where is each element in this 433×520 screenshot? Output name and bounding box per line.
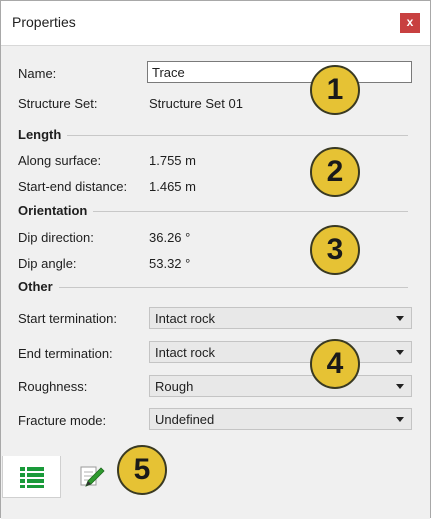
orientation-section-header: Orientation: [18, 203, 408, 219]
section-divider: [18, 287, 408, 288]
name-input[interactable]: [147, 61, 412, 83]
name-label: Name:: [18, 66, 57, 81]
callout-badge-4: 4: [310, 339, 360, 389]
dip-direction-label: Dip direction:: [18, 230, 94, 245]
window-title: Properties: [12, 14, 76, 30]
dip-angle-value: 53.32 °: [149, 256, 191, 271]
fracture-mode-value: Undefined: [155, 412, 215, 427]
structure-set-label: Structure Set:: [18, 96, 98, 111]
length-section-header: Length: [18, 127, 408, 143]
close-button[interactable]: x: [400, 13, 420, 33]
roughness-value: Rough: [155, 379, 194, 394]
structure-set-value: Structure Set 01: [149, 96, 243, 111]
properties-window: Properties x Name: Structure Set: Struct…: [0, 0, 431, 519]
properties-panel: Name: Structure Set: Structure Set 01 Le…: [1, 46, 430, 456]
edit-tab[interactable]: [64, 456, 122, 498]
fracture-mode-label: Fracture mode:: [18, 413, 107, 428]
roughness-label: Roughness:: [18, 379, 88, 394]
callout-badge-2: 2: [310, 147, 360, 197]
other-section-header: Other: [18, 279, 408, 295]
end-termination-label: End termination:: [18, 346, 113, 361]
along-surface-value: 1.755 m: [149, 153, 196, 168]
fracture-mode-select[interactable]: Undefined: [149, 408, 412, 430]
along-surface-label: Along surface:: [18, 153, 102, 168]
orientation-heading: Orientation: [18, 203, 94, 218]
callout-badge-3: 3: [310, 225, 360, 275]
start-termination-select[interactable]: Intact rock: [149, 307, 412, 329]
start-end-distance-value: 1.465 m: [149, 179, 196, 194]
callout-badge-5: 5: [117, 445, 167, 495]
start-termination-value: Intact rock: [155, 311, 215, 326]
start-termination-label: Start termination:: [18, 311, 117, 326]
dip-direction-value: 36.26 °: [149, 230, 191, 245]
callout-badge-1: 1: [310, 65, 360, 115]
title-bar: Properties x: [1, 1, 430, 46]
footer-tab-bar: [1, 456, 430, 519]
dip-angle-label: Dip angle:: [18, 256, 77, 271]
section-divider: [18, 135, 408, 136]
end-termination-select[interactable]: Intact rock: [149, 341, 412, 363]
list-icon: [20, 467, 44, 488]
end-termination-value: Intact rock: [155, 345, 215, 360]
chevron-down-icon: [396, 384, 404, 389]
other-heading: Other: [18, 279, 59, 294]
chevron-down-icon: [396, 316, 404, 321]
length-heading: Length: [18, 127, 68, 142]
edit-pencil-icon: [80, 466, 105, 487]
chevron-down-icon: [396, 350, 404, 355]
roughness-select[interactable]: Rough: [149, 375, 412, 397]
start-end-distance-label: Start-end distance:: [18, 179, 128, 194]
properties-tab[interactable]: [2, 456, 61, 498]
chevron-down-icon: [396, 417, 404, 422]
